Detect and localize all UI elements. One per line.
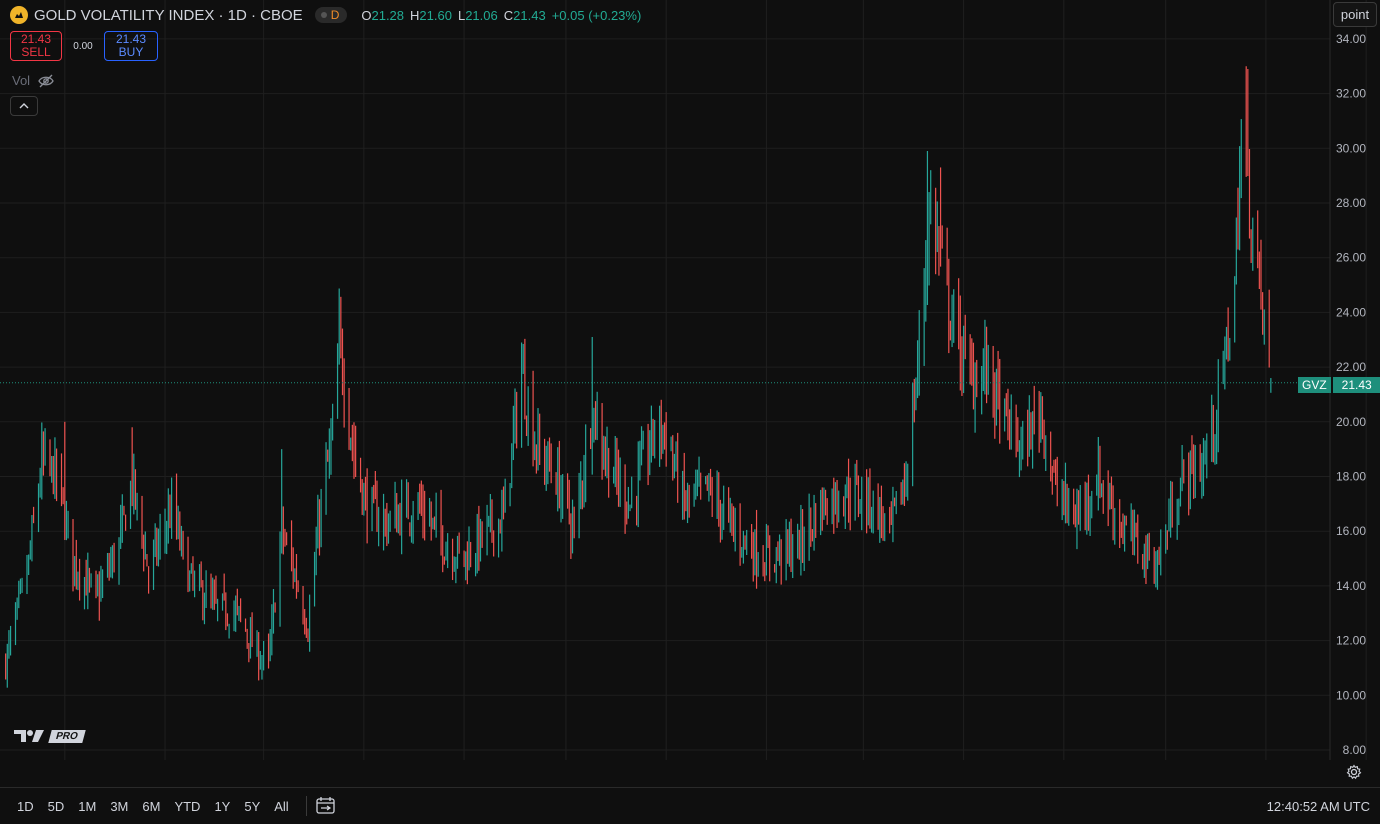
volume-label: Vol (12, 73, 31, 88)
collapse-legend-button[interactable] (10, 96, 38, 116)
y-tick-label: 16.00 (1336, 524, 1366, 538)
calendar-range-icon[interactable] (315, 796, 337, 816)
buy-button[interactable]: 21.43 BUY (104, 31, 158, 61)
y-tick-label: 20.00 (1336, 415, 1366, 429)
timeframe-1d[interactable]: 1D (10, 799, 41, 814)
high-value: 21.60 (419, 7, 452, 23)
timeframe-1m[interactable]: 1M (71, 799, 103, 814)
bottom-toolbar: 1D 5D 1M 3M 6M YTD 1Y 5Y All 12:40:52 AM UTC (0, 787, 1380, 824)
gear-icon[interactable] (1346, 764, 1362, 780)
timeframe-1y[interactable]: 1Y (207, 799, 237, 814)
timeframe-selector: 1D 5D 1M 3M 6M YTD 1Y 5Y All (10, 799, 296, 814)
chevron-up-icon (19, 103, 29, 109)
utc-clock[interactable]: 12:40:52 AM UTC (1267, 799, 1370, 814)
price-tag-value: 21.43 (1332, 377, 1380, 393)
y-tick-label: 30.00 (1336, 141, 1366, 155)
y-tick-label: 24.00 (1336, 305, 1366, 319)
trade-panel: 21.43 SELL 0.00 21.43 BUY (10, 31, 158, 61)
toolbar-divider (305, 796, 307, 816)
y-tick-label: 14.00 (1336, 579, 1366, 593)
eye-slash-icon[interactable] (38, 74, 54, 88)
ohlc-values: O21.28 H21.60 L21.06 C21.43 +0.05 (+0.23… (361, 7, 642, 23)
symbol-title[interactable]: GOLD VOLATILITY INDEX · 1D · CBOE (34, 7, 303, 24)
low-value: 21.06 (465, 7, 498, 23)
tv-logo-icon (14, 730, 44, 742)
y-tick-label: 34.00 (1336, 32, 1366, 46)
timeframe-5y[interactable]: 5Y (237, 799, 267, 814)
y-tick-label: 22.00 (1336, 360, 1366, 374)
timeframe-ytd[interactable]: YTD (167, 799, 207, 814)
timeframe-3m[interactable]: 3M (103, 799, 135, 814)
y-tick-label: 8.00 (1343, 743, 1367, 757)
gold-coin-icon (10, 6, 28, 24)
buy-label: BUY (118, 45, 144, 59)
y-tick-label: 26.00 (1336, 251, 1366, 265)
volume-indicator[interactable]: Vol (12, 73, 54, 88)
scale-mode-button[interactable]: point (1333, 2, 1377, 27)
chart-area[interactable]: 8.00 10.00 12.00 14.00 16.00 18.00 20.00 22.00 2… (0, 0, 1367, 760)
y-tick-label: 28.00 (1336, 196, 1366, 210)
candlestick-chart[interactable]: 8.00 10.00 12.00 14.00 16.00 18.00 20.00 22.00 2… (0, 0, 1380, 760)
spread-value: 0.00 (73, 40, 93, 52)
pro-badge: PRO (48, 729, 86, 743)
open-value: 21.28 (371, 7, 405, 23)
last-price-tag: GVZ 21.43 (1298, 377, 1380, 393)
sell-button[interactable]: 21.43 SELL (10, 31, 62, 61)
sell-label: SELL (21, 45, 51, 59)
timeframe-5d[interactable]: 5D (41, 799, 72, 814)
status-dot-icon (320, 12, 327, 18)
y-tick-label: 18.00 (1336, 470, 1366, 484)
y-tick-label: 32.00 (1336, 87, 1366, 101)
chart-legend: GOLD VOLATILITY INDEX · 1D · CBOE D O21.… (10, 6, 641, 24)
y-tick-label: 12.00 (1336, 634, 1366, 648)
tradingview-logo[interactable]: PRO (14, 728, 86, 744)
change-value: +0.05 (+0.23%) (551, 7, 642, 23)
price-tag-symbol: GVZ (1298, 377, 1331, 393)
y-tick-label: 10.00 (1336, 688, 1366, 702)
interval-badge[interactable]: D (314, 7, 348, 23)
timeframe-6m[interactable]: 6M (135, 799, 167, 814)
close-value: 21.43 (513, 7, 546, 23)
timeframe-all[interactable]: All (267, 799, 295, 814)
